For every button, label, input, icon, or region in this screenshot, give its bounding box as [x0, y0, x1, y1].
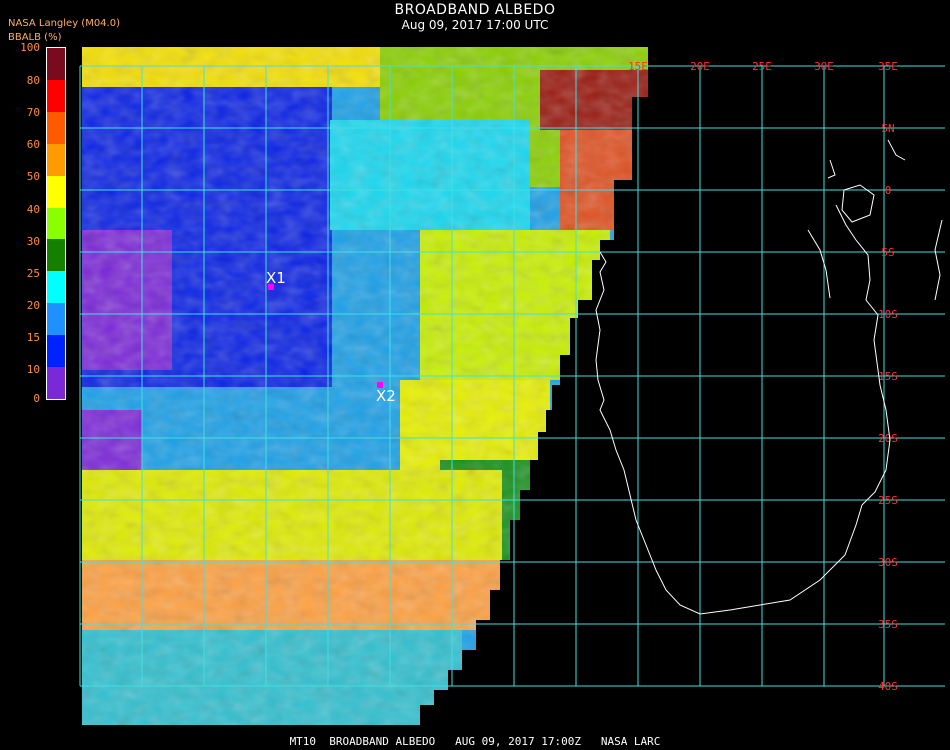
grid-label: 40S	[878, 680, 898, 693]
grid-label: 15E	[628, 60, 648, 73]
grid-label: 5N	[881, 122, 894, 135]
grid-label: 20S	[878, 432, 898, 445]
grid-label: 25E	[752, 60, 772, 73]
grid-label: 35E	[878, 60, 898, 73]
grid-label: 10S	[878, 308, 898, 321]
grid-label: 15S	[878, 370, 898, 383]
grid-label: 20E	[690, 60, 710, 73]
grid-label: 30E	[814, 60, 834, 73]
grid-label: 25S	[878, 494, 898, 507]
grid-label: 5S	[881, 246, 894, 259]
grid-label: 30S	[878, 556, 898, 569]
albedo-map: 15E 20E 25E 30E 35E 5N 0 5S 10S 15S 20S 25S 30S 35S 40…	[79, 47, 945, 725]
albedo-swath	[82, 47, 648, 725]
grid-label: 0	[885, 184, 892, 197]
site-marker-label: X2	[376, 387, 396, 405]
site-marker-label: X1	[266, 269, 286, 287]
grid-label: 35S	[878, 618, 898, 631]
footer-caption: MT10 BROADBAND ALBEDO AUG 09, 2017 17:00…	[289, 735, 661, 748]
